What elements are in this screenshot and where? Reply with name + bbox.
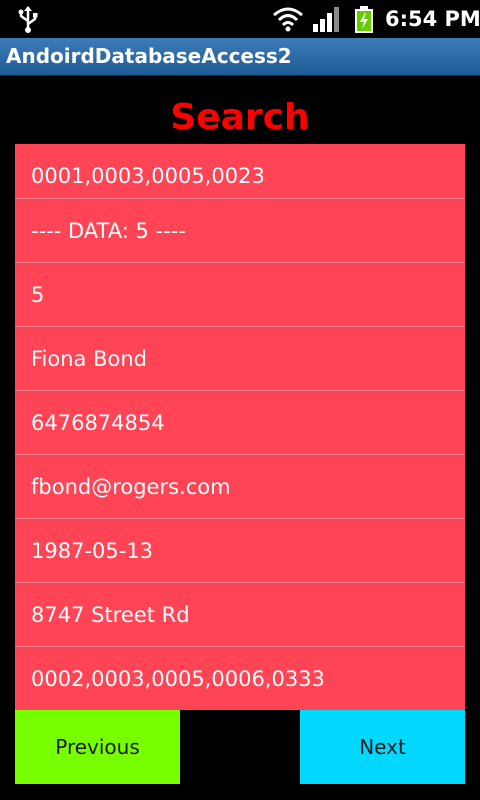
app-title-bar: AndoirdDatabaseAccess2 (0, 38, 480, 76)
app-title: AndoirdDatabaseAccess2 (6, 44, 292, 68)
list-item[interactable]: ---- DATA: 5 ---- (15, 199, 465, 263)
list-item[interactable]: 6476874854 (15, 391, 465, 455)
wifi-icon (273, 7, 303, 32)
list-item[interactable]: 5 (15, 263, 465, 327)
usb-icon (18, 6, 38, 33)
next-button[interactable]: Next (300, 710, 465, 784)
list-item[interactable]: 1987-05-13 (15, 519, 465, 583)
list-item[interactable]: 8747 Street Rd (15, 583, 465, 647)
status-time: 6:54 PM (385, 7, 480, 31)
list-item[interactable]: fbond@rogers.com (15, 455, 465, 519)
list-item[interactable]: 0002,0003,0005,0006,0333 (15, 647, 465, 711)
search-heading: Search (170, 97, 310, 138)
previous-button[interactable]: Previous (15, 710, 180, 784)
battery-charging-icon (355, 6, 373, 33)
list-item[interactable]: Fiona Bond (15, 327, 465, 391)
results-list: 0001,0003,0005,0023 ---- DATA: 5 ---- 5 … (15, 144, 465, 710)
signal-icon (313, 7, 339, 32)
status-bar: 6:54 PM (0, 0, 480, 38)
